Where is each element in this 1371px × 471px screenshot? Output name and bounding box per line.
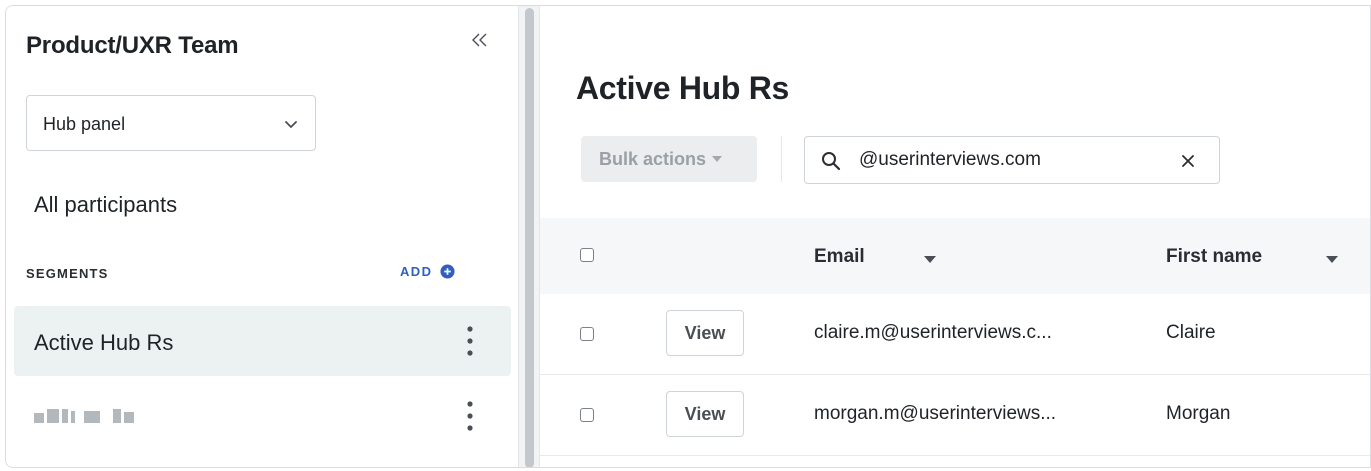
row-checkbox[interactable] [580, 327, 594, 341]
first-name-cell: Morgan [1166, 403, 1231, 424]
table-row: View claire.m@userinterviews.c... Claire [540, 294, 1370, 375]
segments-heading: SEGMENTS [26, 266, 109, 281]
add-circle-icon [440, 264, 455, 279]
table-header: Email First name [540, 218, 1370, 294]
add-segment-label: ADD [400, 264, 433, 279]
segment-item-redacted[interactable] [14, 381, 511, 451]
all-participants-link[interactable]: All participants [34, 192, 177, 218]
row-checkbox[interactable] [580, 408, 594, 422]
sort-caret-down-icon[interactable] [1326, 256, 1338, 263]
view-button[interactable]: View [666, 310, 744, 356]
select-all-checkbox[interactable] [580, 248, 594, 262]
kebab-menu-icon[interactable] [466, 399, 474, 433]
email-cell: claire.m@userinterviews.c... [814, 322, 1052, 343]
search-box[interactable] [804, 136, 1220, 184]
segment-name: Active Hub Rs [34, 330, 174, 355]
view-button[interactable]: View [666, 391, 744, 437]
bulk-actions-button[interactable]: Bulk actions [581, 136, 757, 182]
hub-select-value: Hub panel [43, 114, 126, 134]
search-input[interactable] [859, 145, 1159, 175]
search-icon [822, 152, 841, 171]
main-content: Active Hub Rs Bulk actions Email [540, 6, 1370, 467]
toolbar-divider [781, 136, 782, 182]
team-title: Product/UXR Team [26, 32, 239, 59]
bulk-actions-label: Bulk actions [599, 148, 707, 169]
hub-select[interactable]: Hub panel [26, 95, 316, 151]
panel-splitter[interactable] [518, 6, 540, 467]
segment-item-active-hub-rs[interactable]: Active Hub Rs [14, 306, 511, 376]
sort-caret-down-icon[interactable] [924, 256, 936, 263]
column-header-email[interactable]: Email [814, 246, 865, 268]
column-header-first-name[interactable]: First name [1166, 246, 1262, 268]
kebab-menu-icon[interactable] [466, 324, 474, 358]
sidebar: Product/UXR Team Hub panel All participa… [6, 6, 518, 467]
collapse-left-icon[interactable] [468, 28, 492, 52]
page-title: Active Hub Rs [576, 70, 790, 106]
participants-table: Email First name View claire.m@userinter… [540, 218, 1370, 456]
close-icon[interactable] [1179, 152, 1197, 170]
chevron-down-icon [285, 121, 297, 128]
first-name-cell: Claire [1166, 322, 1216, 343]
email-cell: morgan.m@userinterviews... [814, 403, 1057, 424]
add-segment-button[interactable]: ADD [400, 264, 455, 279]
redacted-segment-name [34, 409, 134, 423]
table-row: View morgan.m@userinterviews... Morgan [540, 375, 1370, 456]
app-window: Product/UXR Team Hub panel All participa… [5, 5, 1371, 468]
scrollbar-thumb[interactable] [525, 8, 534, 467]
caret-down-icon [712, 156, 723, 162]
